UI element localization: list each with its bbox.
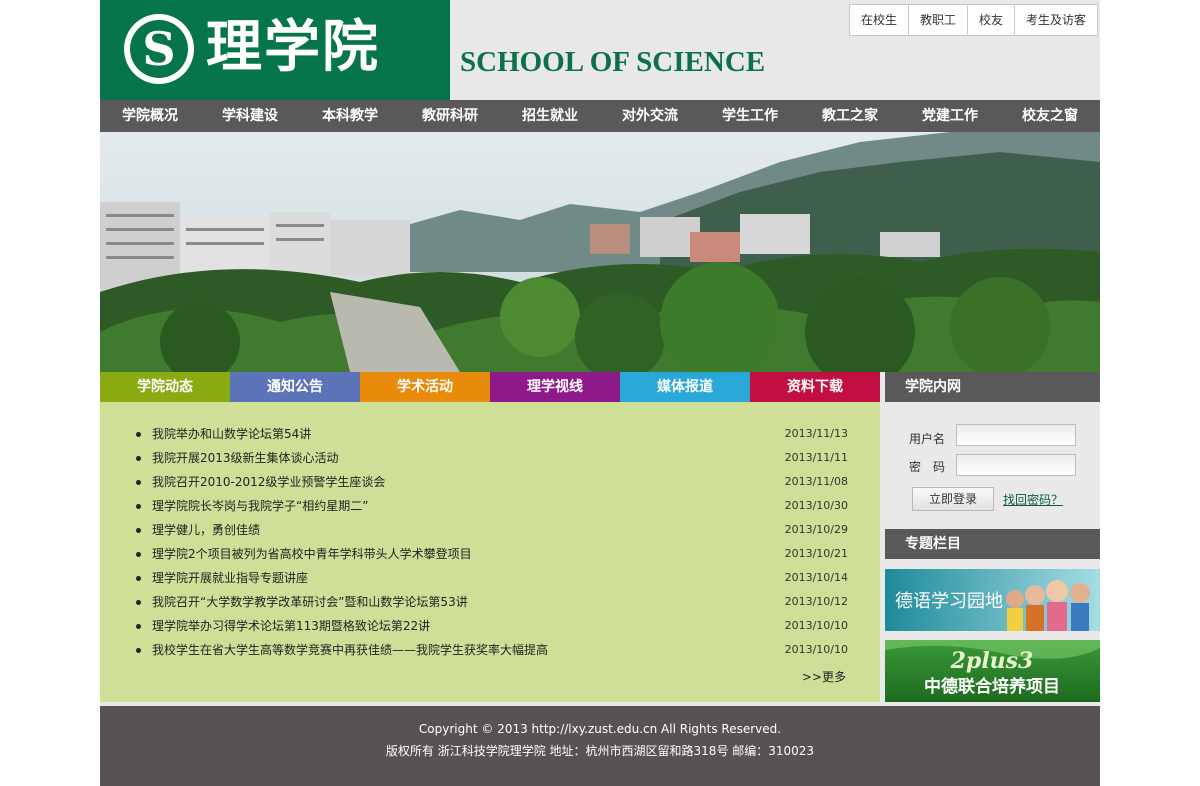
- promo-2plus3-text: 中德联合培养项目: [924, 676, 1060, 697]
- news-date: 2013/11/13: [784, 427, 848, 440]
- news-date: 2013/10/14: [784, 571, 848, 584]
- nav-item[interactable]: 学院概况: [100, 100, 200, 132]
- tab-academic-events[interactable]: 学术活动: [360, 372, 490, 402]
- list-item: 我院开展2013级新生集体谈心活动 2013/11/11: [134, 446, 848, 470]
- list-item: 我院召开“大学数学教学改革研讨会”暨和山数学论坛第53讲 2013/10/12: [134, 590, 848, 614]
- tab-notices[interactable]: 通知公告: [230, 372, 360, 402]
- promo-german-learning[interactable]: 德语学习园地: [885, 569, 1100, 631]
- promo-2plus3-title: 2plus3: [950, 648, 1034, 674]
- username-input[interactable]: [956, 424, 1076, 446]
- tab-science-view[interactable]: 理学视线: [490, 372, 620, 402]
- nav-item[interactable]: 学科建设: [200, 100, 300, 132]
- bullet-icon: [136, 480, 141, 485]
- nav-item[interactable]: 教工之家: [800, 100, 900, 132]
- quick-link-visitors[interactable]: 考生及访客: [1013, 5, 1097, 35]
- news-date: 2013/10/30: [784, 499, 848, 512]
- intranet-header: 学院内网: [885, 372, 1100, 402]
- bullet-icon: [136, 648, 141, 653]
- login-button[interactable]: 立即登录: [912, 487, 994, 511]
- nav-item[interactable]: 对外交流: [600, 100, 700, 132]
- bullet-icon: [136, 552, 141, 557]
- bullet-icon: [136, 504, 141, 509]
- list-item: 理学健儿，勇创佳绩 2013/10/29: [134, 518, 848, 542]
- news-tabs: 学院动态 通知公告 学术活动 理学视线 媒体报道 资料下载: [100, 372, 880, 402]
- bullet-icon: [136, 600, 141, 605]
- list-item: 理学院开展就业指导专题讲座 2013/10/14: [134, 566, 848, 590]
- logo-emblem-letter: S: [130, 20, 188, 78]
- password-label: 密 码: [909, 460, 946, 474]
- news-title-link[interactable]: 理学院开展就业指导专题讲座: [152, 571, 308, 585]
- list-item: 我校学生在省大学生高等数学竞赛中再获佳绩——我院学生获奖率大幅提高 2013/10…: [134, 638, 848, 662]
- news-date: 2013/11/11: [784, 451, 848, 464]
- forgot-password-link[interactable]: 找回密码？: [1003, 491, 1063, 508]
- promo-2plus3-program[interactable]: 2plus3 中德联合培养项目: [885, 640, 1100, 702]
- news-title-link[interactable]: 我校学生在省大学生高等数学竞赛中再获佳绩——我院学生获奖率大幅提高: [152, 643, 548, 657]
- news-date: 2013/10/21: [784, 547, 848, 560]
- list-item: 我院举办和山数学论坛第54讲 2013/11/13: [134, 422, 848, 446]
- footer: Copyright © 2013 http://lxy.zust.edu.cn …: [100, 706, 1100, 786]
- school-english-name: SCHOOL OF SCIENCE: [460, 46, 766, 78]
- news-date: 2013/10/10: [784, 643, 848, 656]
- header: S 理学院 SCHOOL OF SCIENCE 在校生 教职工 校友 考生及访客: [100, 0, 1100, 100]
- nav-item[interactable]: 本科教学: [300, 100, 400, 132]
- quick-links: 在校生 教职工 校友 考生及访客: [848, 4, 1098, 36]
- list-item: 理学院举办习得学术论坛第113期暨格致论坛第22讲 2013/10/10: [134, 614, 848, 638]
- tab-downloads[interactable]: 资料下载: [750, 372, 880, 402]
- nav-item[interactable]: 党建工作: [900, 100, 1000, 132]
- nav-item[interactable]: 校友之窗: [1000, 100, 1100, 132]
- news-title-link[interactable]: 理学健儿，勇创佳绩: [152, 523, 260, 537]
- login-form: 用户名 密 码 立即登录 找回密码？: [885, 402, 1100, 529]
- news-list: 我院举办和山数学论坛第54讲 2013/11/13 我院开展2013级新生集体谈心…: [134, 422, 848, 662]
- news-title-link[interactable]: 我院举办和山数学论坛第54讲: [152, 427, 311, 441]
- tab-college-news[interactable]: 学院动态: [100, 372, 230, 402]
- bullet-icon: [136, 456, 141, 461]
- address-text: 版权所有 浙江科技学院理学院 地址：杭州市西湖区留和路318号 邮编：31002…: [385, 744, 815, 758]
- bullet-icon: [136, 576, 141, 581]
- more-link[interactable]: >>更多: [802, 668, 846, 685]
- logo-title: 理学院: [206, 14, 380, 80]
- school-logo[interactable]: S 理学院: [100, 0, 450, 100]
- news-date: 2013/10/12: [784, 595, 848, 608]
- news-date: 2013/11/08: [784, 475, 848, 488]
- news-title-link[interactable]: 我院开展2013级新生集体谈心活动: [152, 451, 339, 465]
- list-item: 我院召开2010-2012级学业预警学生座谈会 2013/11/08: [134, 470, 848, 494]
- main-nav: 学院概况 学科建设 本科教学 教研科研 招生就业 对外交流 学生工作 教工之家 …: [100, 100, 1100, 132]
- list-item: 理学院2个项目被列为省高校中青年学科带头人学术攀登项目 2013/10/21: [134, 542, 848, 566]
- quick-link-staff[interactable]: 教职工: [907, 5, 967, 35]
- copyright-text: Copyright © 2013 http://lxy.zust.edu.cn …: [418, 722, 782, 736]
- topics-header: 专题栏目: [885, 529, 1100, 559]
- nav-item[interactable]: 教研科研: [400, 100, 500, 132]
- logo-emblem-icon: S: [124, 14, 194, 84]
- nav-item[interactable]: 学生工作: [700, 100, 800, 132]
- news-title-link[interactable]: 理学院院长岑岗与我院学子“相约星期二”: [152, 499, 368, 513]
- news-panel: 我院举办和山数学论坛第54讲 2013/11/13 我院开展2013级新生集体谈心…: [100, 402, 880, 702]
- news-title-link[interactable]: 理学院举办习得学术论坛第113期暨格致论坛第22讲: [152, 619, 430, 633]
- quick-link-students[interactable]: 在校生: [850, 5, 908, 35]
- campus-banner-image: [100, 132, 1100, 372]
- promo-german-learning-text: 德语学习园地: [895, 591, 1003, 612]
- bullet-icon: [136, 624, 141, 629]
- list-item: 理学院院长岑岗与我院学子“相约星期二” 2013/10/30: [134, 494, 848, 518]
- news-title-link[interactable]: 我院召开2010-2012级学业预警学生座谈会: [152, 475, 385, 489]
- password-input[interactable]: [956, 454, 1076, 476]
- tab-media-reports[interactable]: 媒体报道: [620, 372, 750, 402]
- bullet-icon: [136, 432, 141, 437]
- news-date: 2013/10/29: [784, 523, 848, 536]
- news-title-link[interactable]: 我院召开“大学数学教学改革研讨会”暨和山数学论坛第53讲: [152, 595, 468, 609]
- news-title-link[interactable]: 理学院2个项目被列为省高校中青年学科带头人学术攀登项目: [152, 547, 472, 561]
- page-container: S 理学院 SCHOOL OF SCIENCE 在校生 教职工 校友 考生及访客…: [100, 0, 1100, 786]
- news-date: 2013/10/10: [784, 619, 848, 632]
- quick-link-alumni[interactable]: 校友: [966, 5, 1014, 35]
- username-label: 用户名: [909, 432, 946, 446]
- nav-item[interactable]: 招生就业: [500, 100, 600, 132]
- bullet-icon: [136, 528, 141, 533]
